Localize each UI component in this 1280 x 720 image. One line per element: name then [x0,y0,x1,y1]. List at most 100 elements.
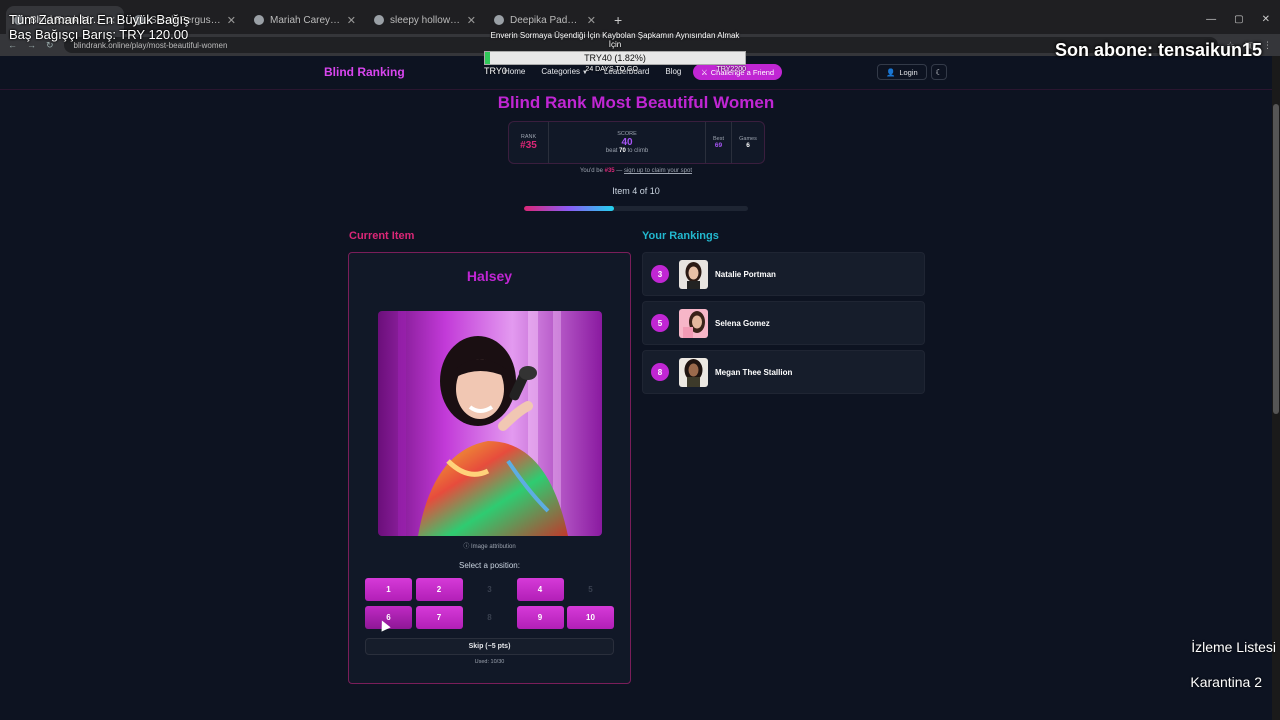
thumbnail-illustration [679,357,708,387]
item-counter: Item 4 of 10 [612,186,660,196]
top-donation-overlay: Tüm Zamanlar En Büyük Bağış Baş Bağışçı … [9,12,190,42]
stat-best: Best 69 [706,122,732,163]
photo-illustration [378,311,602,536]
best-value: 69 [714,142,723,149]
moon-icon: ☾ [935,67,943,77]
current-item-heading: Current Item [349,230,415,242]
close-icon[interactable]: ✕ [587,14,596,27]
ranking-thumbnail [679,308,708,338]
tab-title: Mariah Carey - Google'da Ara [270,14,343,26]
rank-badge: 3 [651,265,669,283]
favicon-icon [374,15,384,25]
beat-value: 70 [619,148,626,154]
window-close-icon[interactable]: ✕ [1262,14,1270,25]
minimize-icon[interactable]: — [1206,14,1216,25]
beat-prefix: beat [605,148,618,154]
close-icon[interactable]: ✕ [467,14,476,27]
your-rankings-heading: Your Rankings [642,230,719,242]
position-grid: 1 2 3 4 5 6 7 8 9 10 [365,578,615,629]
browser-tab[interactable]: Deepika Padukone - Google'da ✕ [486,6,604,34]
rank-value: #35 [520,140,537,151]
goal-bar: TRY40 (1.82%) [484,51,746,65]
watchlist-overlay: İzleme Listesi [1191,639,1276,655]
website: Blind Ranking Home Categories ▼ Leaderboa… [0,56,1272,720]
position-button-9[interactable]: 9 [516,606,564,629]
games-value: 6 [746,142,750,149]
progress-bar [524,206,748,211]
stat-games: Games 6 [732,122,764,163]
list-item: 8 Megan Thee Stallion [642,350,925,394]
beat-suffix: to climb [627,148,649,154]
scrollbar-thumb[interactable] [1273,104,1279,414]
beat-text: beat 70 to climb [606,148,648,154]
window-controls: — ▢ ✕ [1206,14,1270,25]
top-donation-title: Tüm Zamanlar En Büyük Bağış [9,12,190,27]
promo-prefix: You'd be [579,168,603,174]
rank-badge: 5 [651,314,669,332]
ranking-name: Natalie Portman [715,269,776,279]
rankings-list: 3 Natalie Portman 5 Selena Gomez 8 Megan… [642,252,925,399]
browser-tab-bar: Blind Rank Most Beautiful Women ✕ Sarah … [0,0,1280,34]
ranking-thumbnail [679,357,708,387]
site-logo[interactable]: Blind Ranking [324,65,405,79]
position-button-3: 3 [487,585,492,594]
stats-panel: RANK #35 SCORE 40 beat 70 to climb Best … [508,121,765,164]
top-donor: Baş Bağışçı Barış: TRY 120.00 [9,27,189,42]
skips-used-label: Used: 10/30 [474,659,505,665]
goal-end: TRY2200 [716,66,746,73]
select-position-label: Select a position: [459,561,520,570]
thumbnail-illustration [679,308,708,338]
favicon-icon [494,15,504,25]
donation-goal-overlay: Enverin Sormaya Üşendiği İçin Kaybolan Ş… [484,31,746,76]
skip-button[interactable]: Skip (−5 pts) [365,638,614,655]
browser-tab[interactable]: sleepy hollow - Google'da Ara ✕ [366,6,484,34]
goal-days: 24 DAYS TO GO [585,66,638,73]
tab-title: Deepika Padukone - Google'da [510,14,583,26]
watchlist-title-overlay: Karantina 2 [1190,674,1262,690]
ranking-name: Selena Gomez [715,318,770,328]
goal-amount: TRY40 (1.82%) [584,53,646,63]
close-icon[interactable]: ✕ [347,14,356,27]
progress-fill [524,206,614,211]
position-button-5: 5 [588,585,593,594]
browser-tab[interactable]: Mariah Carey - Google'da Ara ✕ [246,6,364,34]
last-subscriber-overlay: Son abone: tensaikun15 [1054,40,1262,60]
menu-icon[interactable]: ⋮ [1263,40,1272,51]
favicon-icon [254,15,264,25]
signup-promo: You'd be #35 — sign up to claim your spo… [0,168,1272,174]
login-label: Login [899,67,918,77]
position-button-8: 8 [487,613,492,622]
ranking-name: Megan Thee Stallion [715,367,793,377]
user-icon: 👤 [886,67,896,77]
close-icon[interactable]: ✕ [227,14,236,27]
position-button-10[interactable]: 10 [567,606,614,629]
stat-score: SCORE 40 beat 70 to climb [549,122,706,163]
stat-rank: RANK #35 [509,122,549,163]
thumbnail-illustration [679,259,708,289]
image-attribution[interactable]: ⓘ Image attribution [349,541,630,550]
promo-rank: #35 [604,168,615,174]
promo-dash: — [616,168,623,174]
list-item: 3 Natalie Portman [642,252,925,296]
page-title: Blind Rank Most Beautiful Women [497,93,775,112]
current-item-card: Halsey ⓘ Image attribution Select a posi… [348,252,631,684]
score-value: 40 [621,137,633,148]
position-button-4[interactable]: 4 [516,578,564,601]
item-name: Halsey [466,268,513,284]
maximize-icon[interactable]: ▢ [1234,14,1243,25]
position-button-1[interactable]: 1 [365,578,412,601]
goal-footer: TRY0 24 DAYS TO GO TRY2200 [484,66,746,76]
ranking-thumbnail [679,259,708,289]
screen: Blind Rank Most Beautiful Women ✕ Sarah … [0,0,1280,720]
position-button-2[interactable]: 2 [415,578,463,601]
theme-toggle[interactable]: ☾ [931,64,947,80]
login-button[interactable]: 👤 Login [877,64,927,80]
list-item: 5 Selena Gomez [642,301,925,345]
signup-link[interactable]: sign up to claim your spot [624,168,692,174]
rank-badge: 8 [651,363,669,381]
tab-title: sleepy hollow - Google'da Ara [390,14,463,26]
position-button-7[interactable]: 7 [415,606,463,629]
page-scrollbar[interactable] [1272,56,1280,720]
goal-title: Enverin Sormaya Üşendiği İçin Kaybolan Ş… [490,31,740,49]
goal-start: TRY0 [484,66,507,76]
